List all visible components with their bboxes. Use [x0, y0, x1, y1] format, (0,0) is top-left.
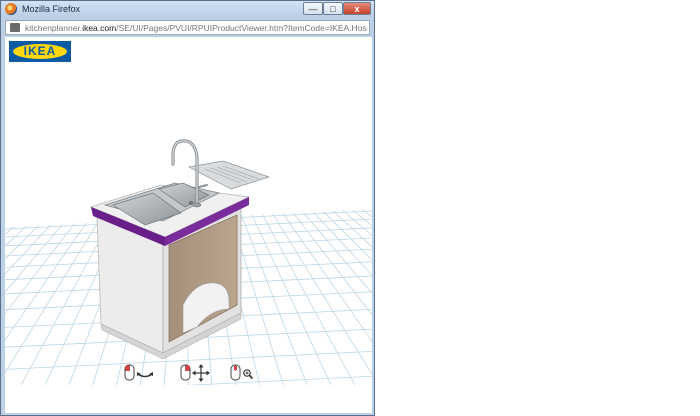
page-icon: [10, 23, 20, 32]
address-bar[interactable]: kitchenplanner.ikea.com/SE/UI/Pages/PVUI…: [5, 20, 370, 35]
grid-line: [351, 209, 372, 385]
mouse-pan-icon: [180, 364, 210, 382]
grid-line: [5, 209, 25, 385]
title-bar[interactable]: Mozilla Firefox — □ x: [1, 1, 374, 18]
minimize-button[interactable]: —: [303, 2, 323, 15]
mouse-rotate-icon: [124, 364, 153, 381]
browser-window: Mozilla Firefox — □ x kitchenplanner.ike…: [0, 0, 375, 416]
grid-line: [342, 209, 372, 385]
grid-line: [5, 209, 34, 385]
grid-line: [251, 209, 371, 385]
url-text[interactable]: kitchenplanner.ikea.com/SE/UI/Pages/PVUI…: [25, 23, 367, 33]
grid-line: [296, 209, 372, 385]
grid-line: [5, 209, 7, 385]
drainboard[interactable]: [187, 160, 271, 190]
mouse-zoom-icon: [230, 364, 254, 381]
product-viewer[interactable]: IKEA: [5, 37, 372, 413]
maximize-button[interactable]: □: [323, 2, 343, 15]
close-button[interactable]: x: [343, 2, 371, 15]
grid-line: [5, 404, 372, 413]
3d-scene[interactable]: [5, 37, 372, 413]
grid-line: [287, 209, 372, 385]
grid-line: [5, 209, 107, 385]
grid-line: [369, 209, 372, 385]
firefox-icon: [5, 3, 17, 15]
window-title: Mozilla Firefox: [22, 4, 81, 14]
grid-line: [324, 209, 372, 385]
